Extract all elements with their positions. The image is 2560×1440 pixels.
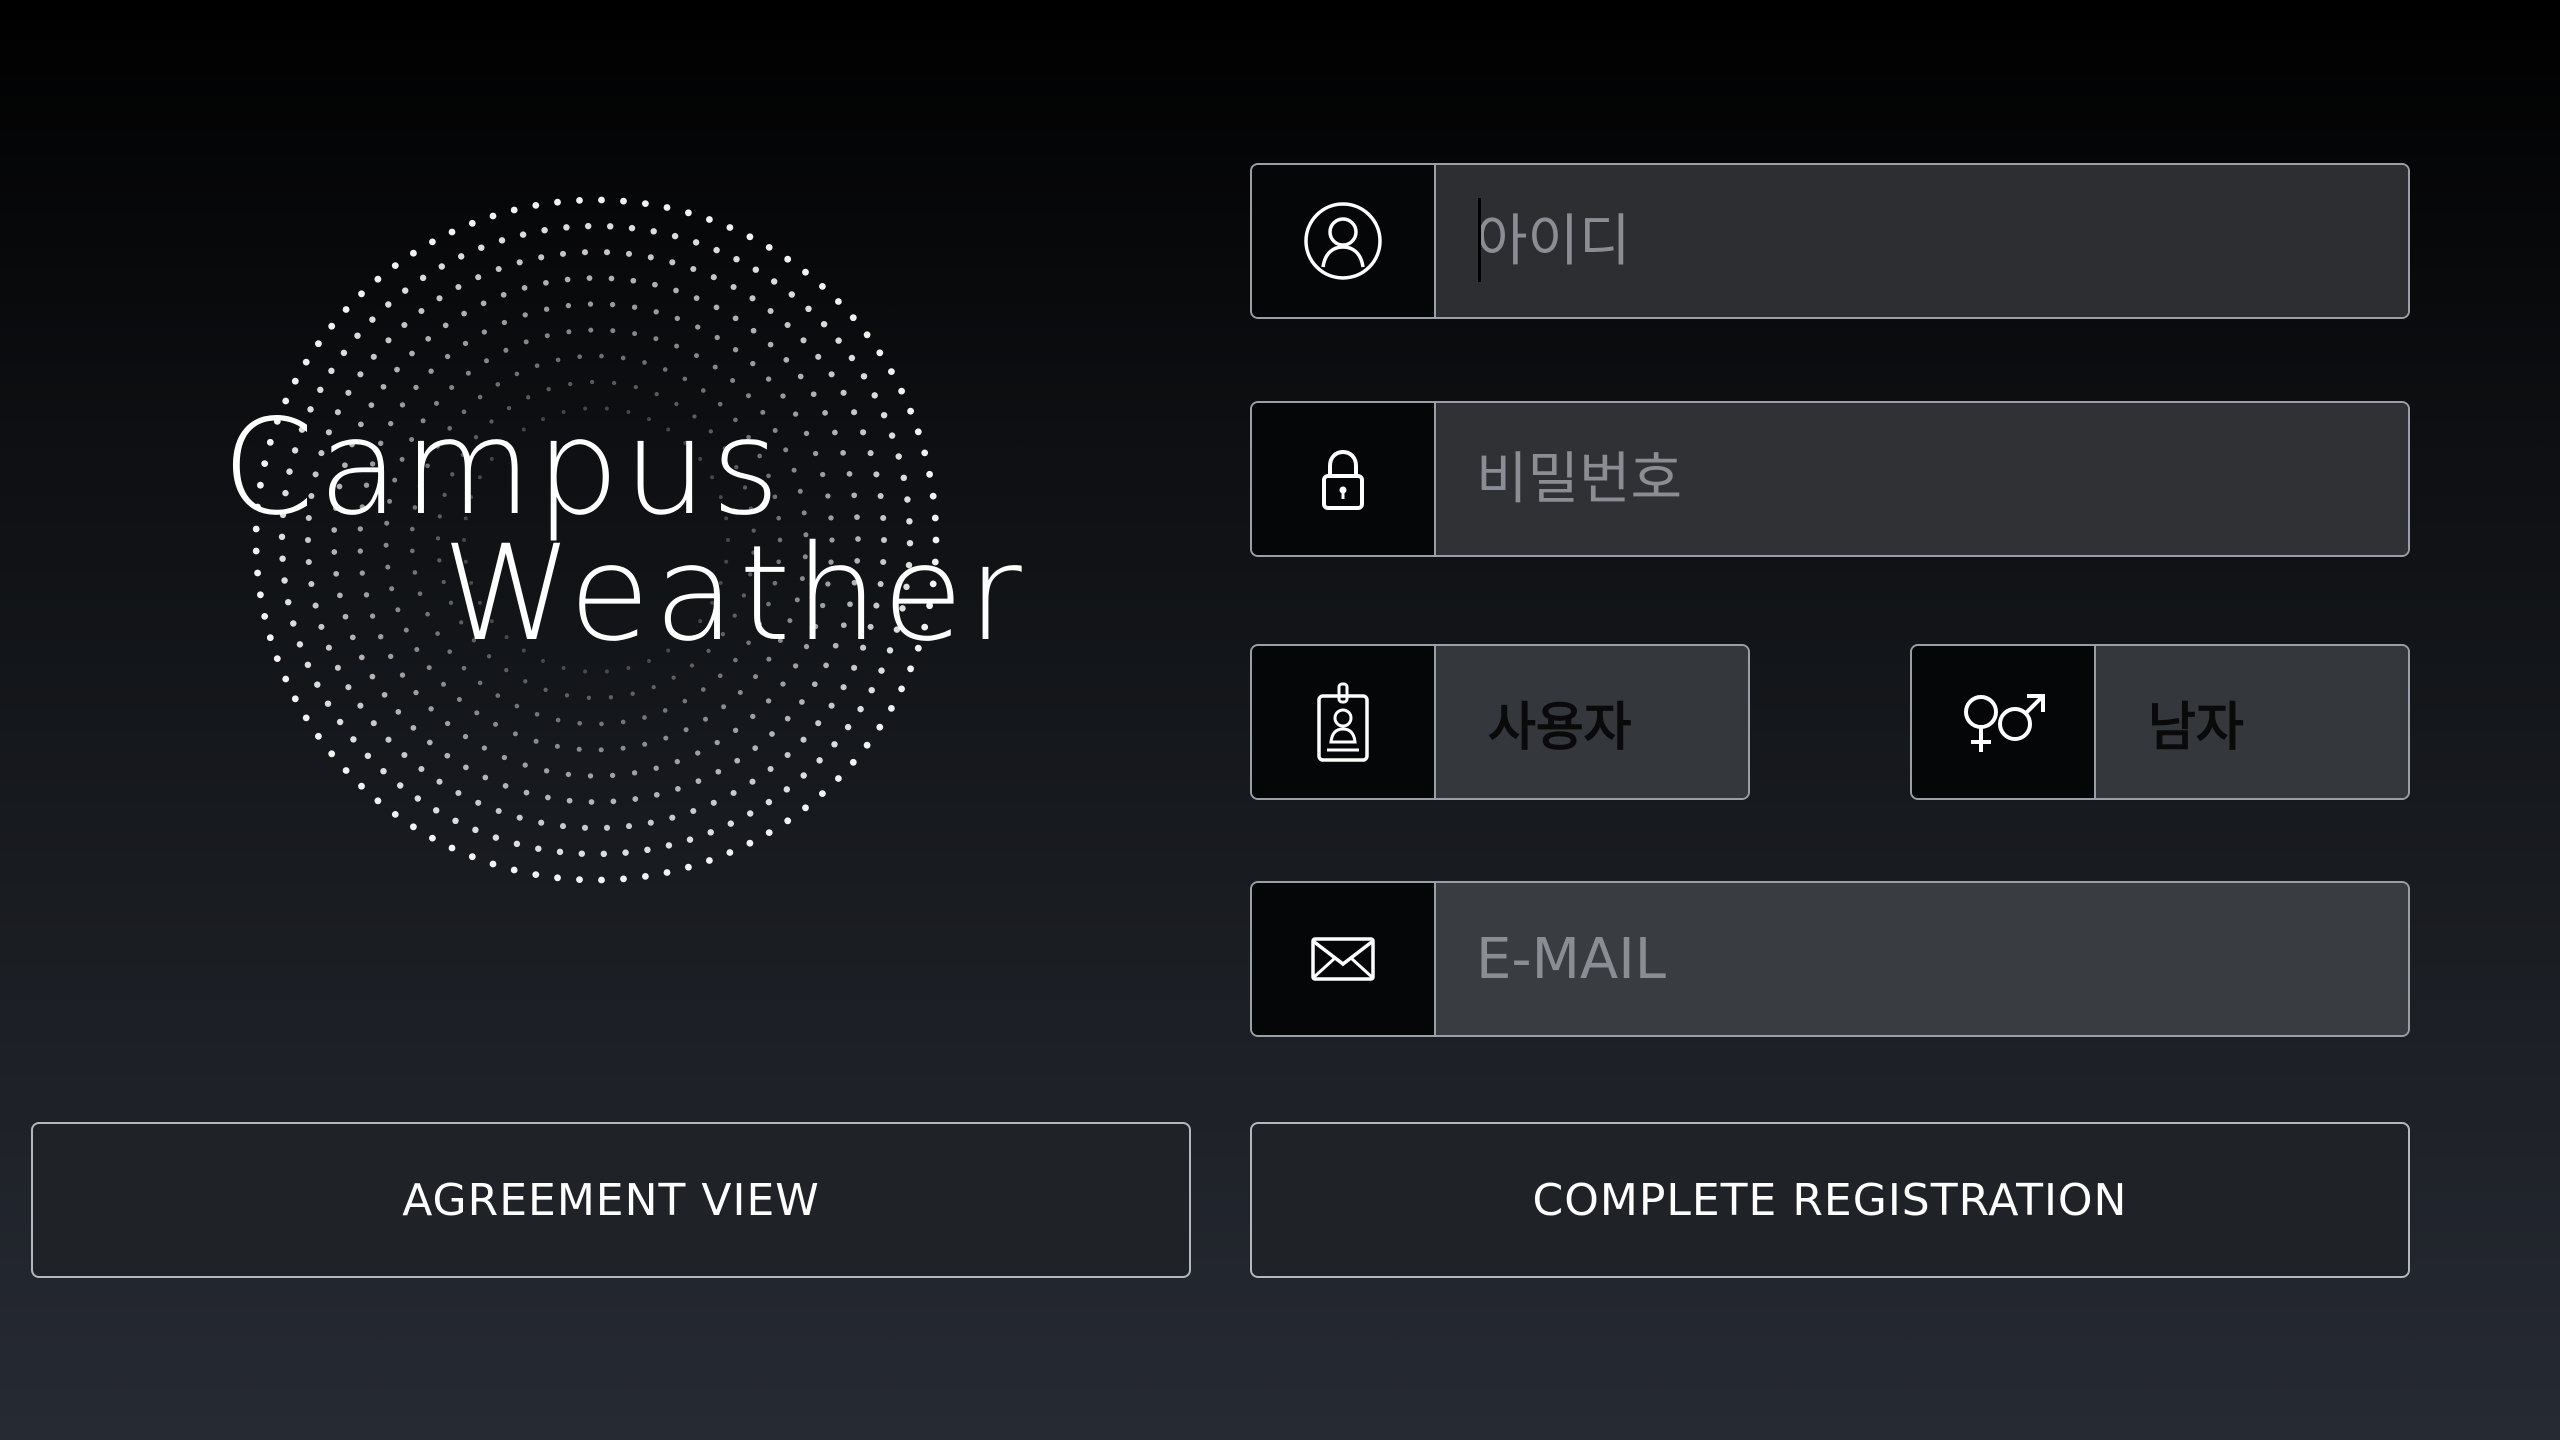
mail-icon xyxy=(1311,937,1375,981)
gender-select-value[interactable]: 남자 xyxy=(2136,685,2244,760)
agreement-view-button[interactable]: AGREEMENT VIEW xyxy=(31,1122,1191,1278)
gender-select-wrapper: 남자 xyxy=(2096,646,2408,798)
text-cursor xyxy=(1478,198,1481,282)
app-logo: Campus Weather xyxy=(200,170,1040,930)
password-field[interactable] xyxy=(1250,401,2410,557)
id-badge-icon xyxy=(1317,682,1369,762)
email-input[interactable] xyxy=(1476,883,2408,1035)
user-icon-cell xyxy=(1252,165,1436,317)
id-input-wrapper xyxy=(1436,165,2408,317)
role-select[interactable]: 사용자 xyxy=(1250,644,1750,800)
complete-registration-button[interactable]: COMPLETE REGISTRATION xyxy=(1250,1122,2410,1278)
mail-icon-cell xyxy=(1252,883,1436,1035)
id-badge-icon-cell xyxy=(1252,646,1436,798)
role-select-value[interactable]: 사용자 xyxy=(1476,685,1632,760)
role-select-wrapper: 사용자 xyxy=(1436,646,1748,798)
gender-icon-cell xyxy=(1912,646,2096,798)
password-input-wrapper xyxy=(1436,403,2408,555)
lock-icon xyxy=(1322,449,1364,510)
id-field[interactable] xyxy=(1250,163,2410,319)
gender-select[interactable]: 남자 xyxy=(1910,644,2410,800)
user-icon xyxy=(1304,202,1382,280)
gender-icon xyxy=(1964,694,2045,752)
id-input[interactable] xyxy=(1476,165,2408,317)
email-input-wrapper xyxy=(1436,883,2408,1035)
lock-icon-cell xyxy=(1252,403,1436,555)
logo-text-campus: Campus xyxy=(222,391,784,545)
password-input[interactable] xyxy=(1476,403,2408,555)
email-field[interactable] xyxy=(1250,881,2410,1037)
logo-text-weather: Weather xyxy=(442,517,1026,671)
